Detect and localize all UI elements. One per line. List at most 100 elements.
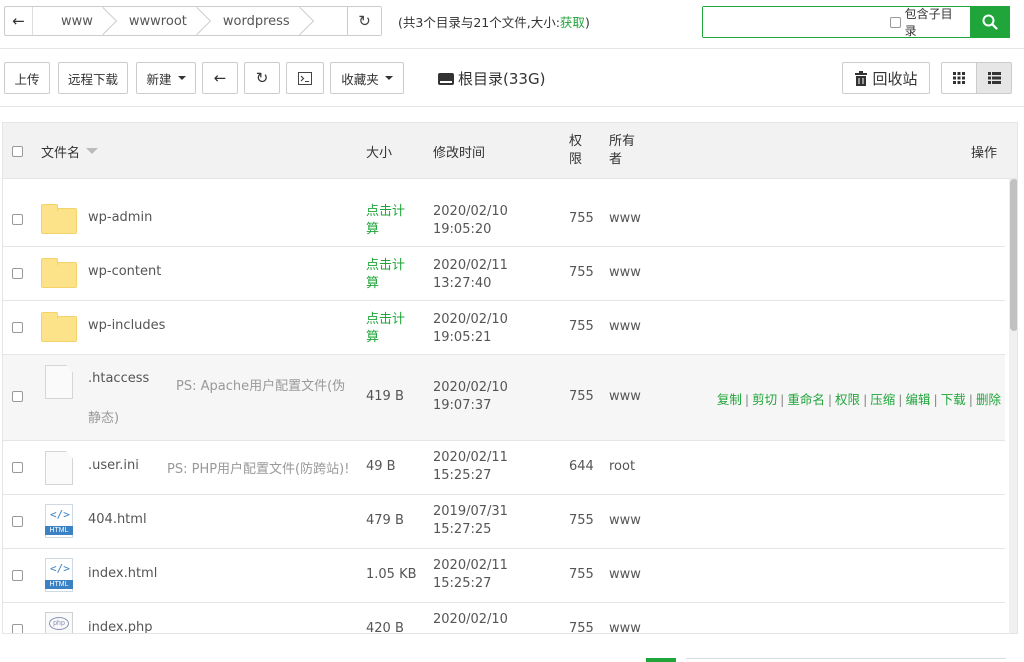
php-file-icon: php bbox=[45, 612, 73, 633]
row-checkbox[interactable] bbox=[12, 516, 23, 527]
select-all-checkbox[interactable] bbox=[12, 145, 23, 157]
vertical-scrollbar[interactable] bbox=[1009, 179, 1017, 633]
get-size-link[interactable]: 获取 bbox=[560, 15, 585, 30]
file-name[interactable]: index.php bbox=[88, 620, 152, 633]
search-button[interactable] bbox=[969, 6, 1010, 38]
row-checkbox[interactable] bbox=[12, 391, 23, 402]
scrollbar-thumb[interactable] bbox=[1010, 179, 1017, 331]
table-row[interactable]: wp-admin 点击计算 2020/02/10 19:05:20 755 www bbox=[3, 193, 1005, 247]
table-row[interactable]: </> HTML index.html 1.05 KB 2020/02/11 15:… bbox=[3, 549, 1005, 603]
row-checkbox[interactable] bbox=[12, 268, 23, 279]
favorites-button[interactable]: 收藏夹 bbox=[330, 62, 404, 94]
pagination-active-page[interactable] bbox=[646, 658, 676, 662]
permission: 755 bbox=[569, 513, 594, 528]
arrow-left-icon: ← bbox=[213, 69, 227, 87]
owner: www bbox=[609, 319, 641, 334]
new-button[interactable]: 新建 bbox=[136, 62, 196, 94]
back-button[interactable]: ← bbox=[202, 62, 238, 94]
compress-link[interactable]: 压缩 bbox=[870, 392, 895, 407]
refresh-icon: ↻ bbox=[255, 69, 269, 87]
file-size: 49 B bbox=[366, 459, 396, 474]
divider: | bbox=[744, 392, 750, 407]
terminal-button[interactable] bbox=[286, 62, 324, 94]
calc-size-link[interactable]: 点击计算 bbox=[366, 203, 410, 239]
row-checkbox[interactable] bbox=[12, 322, 23, 333]
disk-icon bbox=[438, 72, 454, 85]
grid-view-button[interactable] bbox=[941, 62, 977, 94]
table-row[interactable]: php index.php 420 B 2020/02/10 755 www bbox=[3, 603, 1005, 634]
remote-download-button[interactable]: 远程下载 bbox=[58, 62, 128, 94]
file-size: 420 B bbox=[366, 621, 404, 634]
download-link[interactable]: 下载 bbox=[941, 392, 966, 407]
table-row[interactable]: </> HTML 404.html 479 B 2019/07/31 15:27:2… bbox=[3, 495, 1005, 549]
file-note: PS: PHP用户配置文件(防跨站)! bbox=[167, 462, 350, 477]
copy-link[interactable]: 复制 bbox=[717, 392, 742, 407]
cut-link[interactable]: 剪切 bbox=[752, 392, 777, 407]
delete-link[interactable]: 删除 bbox=[976, 392, 1001, 407]
permission: 755 bbox=[569, 319, 594, 334]
refresh-button[interactable]: ↻ bbox=[244, 62, 280, 94]
path-refresh-button[interactable]: ↻ bbox=[347, 7, 381, 35]
html-file-icon: </> HTML bbox=[45, 558, 73, 592]
file-name[interactable]: wp-admin bbox=[88, 210, 152, 225]
toolbar: 上传 远程下载 新建 ← ↻ 收藏夹 根目录(33G) 回收站 bbox=[0, 62, 1024, 94]
top-bar: ← www wwwroot wordpress ↻ (共3个目录与21个文件,大… bbox=[0, 0, 1024, 46]
path-bar: ← www wwwroot wordpress ↻ bbox=[4, 6, 382, 36]
breadcrumb-item[interactable]: www bbox=[33, 7, 107, 35]
modified-time: 2020/02/10 19:07:37 bbox=[433, 380, 508, 413]
rename-link[interactable]: 重命名 bbox=[787, 392, 825, 407]
row-checkbox[interactable] bbox=[12, 570, 23, 581]
list-view-button[interactable] bbox=[976, 62, 1012, 94]
sort-icon bbox=[86, 148, 99, 154]
divider: | bbox=[863, 392, 868, 407]
file-table: 文件名 大小 修改时间 权限 所有者 操作 wp-admin 点击计算 2020… bbox=[2, 122, 1018, 634]
calc-size-link[interactable]: 点击计算 bbox=[366, 311, 410, 347]
recycle-bin-button[interactable]: 回收站 bbox=[842, 62, 930, 94]
modified-time: 2020/02/11 13:27:40 bbox=[433, 258, 508, 291]
upload-button[interactable]: 上传 bbox=[4, 62, 50, 94]
calc-size-link[interactable]: 点击计算 bbox=[366, 257, 410, 293]
path-back-button[interactable]: ← bbox=[5, 7, 33, 35]
include-subdir-toggle[interactable]: 包含子目录 bbox=[890, 5, 962, 39]
folder-icon bbox=[41, 258, 77, 288]
file-name[interactable]: wp-includes bbox=[88, 318, 165, 333]
col-owner: 所有者 bbox=[609, 134, 636, 167]
table-row[interactable]: wp-content 点击计算 2020/02/11 13:27:40 755 w… bbox=[3, 247, 1005, 301]
folder-icon bbox=[41, 312, 77, 342]
table-row[interactable]: .htaccess PS: Apache用户配置文件(伪静态) 419 B 20… bbox=[3, 355, 1005, 441]
owner: root bbox=[609, 459, 636, 474]
modified-time: 2020/02/10 19:05:21 bbox=[433, 312, 508, 345]
file-name[interactable]: index.html bbox=[88, 566, 157, 581]
file-name[interactable]: wp-content bbox=[88, 264, 161, 279]
arrow-left-icon: ← bbox=[12, 12, 25, 30]
permission-link[interactable]: 权限 bbox=[835, 392, 860, 407]
trash-icon bbox=[855, 70, 868, 86]
col-operations: 操作 bbox=[971, 145, 998, 161]
breadcrumb-item[interactable]: wordpress bbox=[201, 7, 304, 35]
folder-icon bbox=[41, 204, 77, 234]
root-dir-label[interactable]: 根目录(33G) bbox=[438, 68, 545, 89]
table-row[interactable]: .user.ini PS: PHP用户配置文件(防跨站)! 49 B 2020/… bbox=[3, 441, 1005, 495]
include-subdir-checkbox[interactable] bbox=[890, 16, 901, 28]
owner: www bbox=[609, 621, 641, 634]
row-checkbox[interactable] bbox=[12, 462, 23, 473]
divider bbox=[0, 106, 1024, 107]
modified-time: 2020/02/10 bbox=[433, 612, 508, 627]
file-size: 479 B bbox=[366, 513, 404, 528]
select-all-cell bbox=[12, 123, 23, 179]
edit-link[interactable]: 编辑 bbox=[906, 392, 931, 407]
row-checkbox[interactable] bbox=[12, 214, 23, 225]
row-checkbox[interactable] bbox=[12, 624, 23, 633]
search-input[interactable] bbox=[703, 7, 890, 37]
permission: 755 bbox=[569, 621, 594, 634]
col-name[interactable]: 文件名 bbox=[41, 123, 99, 179]
file-name[interactable]: 404.html bbox=[88, 512, 147, 527]
search-icon bbox=[982, 14, 998, 30]
refresh-icon: ↻ bbox=[358, 12, 371, 30]
divider: | bbox=[827, 392, 833, 407]
file-name[interactable]: .user.ini bbox=[88, 458, 139, 473]
owner: www bbox=[609, 211, 641, 226]
breadcrumb-item[interactable]: wwwroot bbox=[107, 7, 201, 35]
file-size: 1.05 KB bbox=[366, 567, 417, 582]
table-row[interactable]: wp-includes 点击计算 2020/02/10 19:05:21 755 … bbox=[3, 301, 1005, 355]
